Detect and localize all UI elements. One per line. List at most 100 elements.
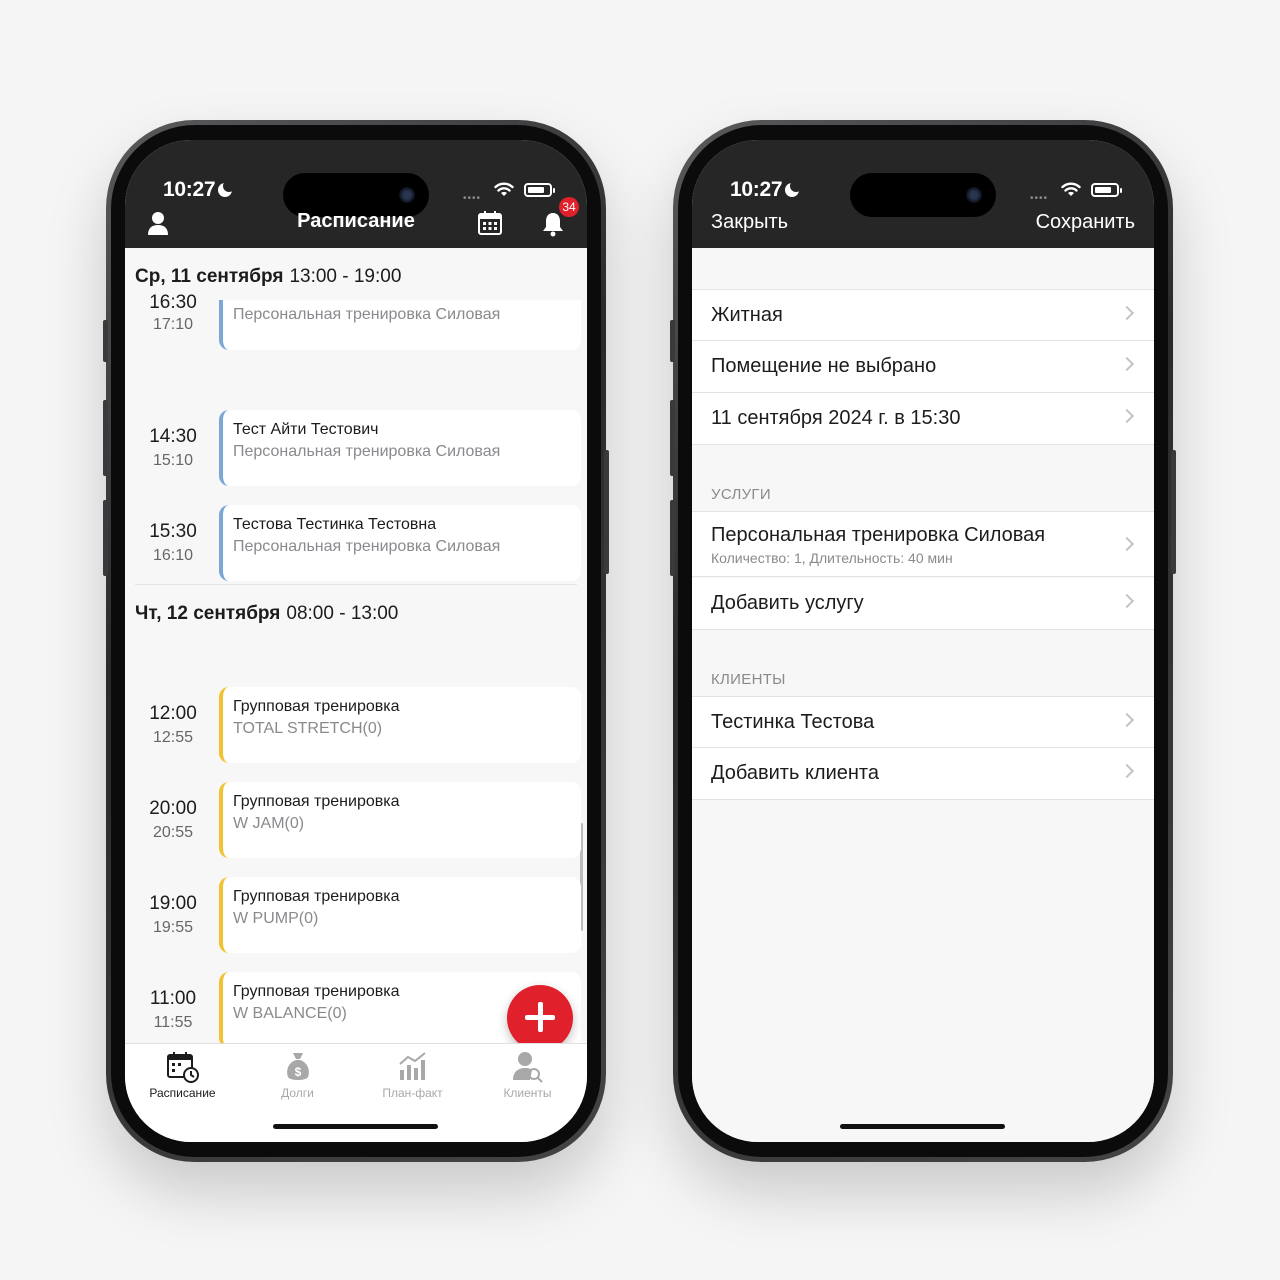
bar-chart-icon	[398, 1052, 426, 1080]
card-subtitle: W PUMP(0)	[233, 910, 319, 927]
card-title: Тест Айти Тестович	[233, 421, 379, 438]
appointment-form: Житная Помещение не выбрано 11 сентября …	[692, 248, 1154, 1142]
moon-icon	[785, 180, 803, 197]
tab-schedule[interactable]: Расписание	[125, 1050, 240, 1100]
camera-icon	[399, 187, 415, 203]
appointment-card[interactable]: Тестова Тестинка Тестовна Персональная т…	[219, 505, 581, 581]
row-end-time: 16:10	[152, 547, 194, 564]
day-divider	[135, 584, 577, 585]
schedule-row[interactable]: 14:30 15:10 Тест Айти Тестович Персональ…	[125, 410, 587, 486]
appointment-card[interactable]: Групповая тренировка W PUMP(0)	[219, 877, 581, 953]
row-end-time: 11:55	[153, 1014, 193, 1031]
room-cell[interactable]: Помещение не выбрано	[692, 341, 1154, 393]
home-indicator	[840, 1124, 1005, 1129]
wifi-icon	[1061, 182, 1081, 196]
volume-down-button	[670, 500, 675, 576]
appointment-card[interactable]: Групповая тренировка TOTAL STRETCH(0)	[219, 687, 581, 763]
home-indicator	[273, 1124, 438, 1129]
screen-appointment-edit: 10:27 •••• Закрыть Сохранить Житная Поме…	[692, 140, 1154, 1142]
status-bar: 10:27 •••• Расписание 34	[125, 140, 587, 248]
appointment-card[interactable]: Тест Айти Тестович Персональная трениров…	[219, 410, 581, 486]
status-time: 10:27	[730, 178, 803, 202]
tab-label: Долги	[281, 1086, 314, 1100]
tab-label: Клиенты	[503, 1086, 552, 1100]
row-end-time: 12:55	[152, 729, 194, 746]
phone-right: 10:27 •••• Закрыть Сохранить Житная Поме…	[670, 120, 1176, 1162]
card-subtitle: W BALANCE(0)	[233, 1005, 347, 1022]
schedule-row[interactable]: 15:30 16:10 Тестова Тестинка Тестовна Пе…	[125, 505, 587, 581]
close-button[interactable]: Закрыть	[711, 211, 788, 234]
card-title: Тестова Тестинка Тестовна	[233, 516, 437, 533]
cell-label: Добавить клиента	[711, 762, 879, 784]
add-service-cell[interactable]: Добавить услугу	[692, 578, 1154, 630]
chevron-right-icon	[1119, 593, 1135, 609]
datetime-cell[interactable]: 11 сентября 2024 г. в 15:30	[692, 393, 1154, 445]
row-start-time: 14:30	[149, 426, 197, 447]
client-cell[interactable]: Тестинка Тестова	[692, 696, 1154, 748]
schedule-row[interactable]: 16:30 17:10 Персональная тренировка Сило…	[125, 292, 587, 350]
row-start-time: 20:00	[149, 798, 197, 819]
svg-text:$: $	[294, 1065, 301, 1079]
tab-clients[interactable]: Клиенты	[470, 1050, 585, 1100]
service-cell[interactable]: Персональная тренировка Силовая Количест…	[692, 511, 1154, 577]
schedule-row[interactable]: 20:00 20:55 Групповая тренировка W JAM(0…	[125, 782, 587, 858]
location-cell[interactable]: Житная	[692, 289, 1154, 341]
volume-up-button	[103, 400, 108, 476]
row-end-time: 19:55	[152, 919, 194, 936]
row-end-time: 20:55	[152, 824, 194, 841]
wifi-icon	[494, 182, 514, 196]
status-bar: 10:27 •••• Закрыть Сохранить	[692, 140, 1154, 248]
chevron-right-icon	[1119, 356, 1135, 372]
card-title: Групповая тренировка	[233, 888, 400, 905]
appointment-card[interactable]: Групповая тренировка W JAM(0)	[219, 782, 581, 858]
tab-plan-fact[interactable]: План-факт	[355, 1050, 470, 1100]
row-start-time: 12:00	[149, 703, 197, 724]
add-appointment-button[interactable]	[507, 985, 573, 1051]
day-header: Чт, 12 сентября 08:00 - 13:00	[135, 603, 398, 625]
chevron-right-icon	[1119, 763, 1135, 779]
volume-up-button	[670, 400, 675, 476]
status-time-text: 10:27	[730, 178, 783, 201]
add-client-cell[interactable]: Добавить клиента	[692, 748, 1154, 800]
cell-label: Помещение не выбрано	[711, 355, 937, 377]
dynamic-island	[850, 173, 996, 217]
row-start-time: 11:00	[149, 988, 197, 1009]
row-end-time: 17:10	[152, 316, 194, 333]
schedule-row[interactable]: 12:00 12:55 Групповая тренировка TOTAL S…	[125, 687, 587, 763]
card-title: Групповая тренировка	[233, 793, 400, 810]
appointment-card[interactable]: Персональная тренировка Силовая	[219, 300, 581, 350]
save-button[interactable]: Сохранить	[1036, 211, 1135, 234]
camera-icon	[966, 187, 982, 203]
mute-switch	[103, 320, 108, 362]
battery-icon	[1091, 183, 1122, 197]
day-header-date: Чт, 12 сентября	[135, 603, 281, 624]
moon-icon	[218, 180, 236, 197]
phone-left: 10:27 •••• Расписание 34 Ср, 11 сентября…	[103, 120, 609, 1162]
calendar-icon[interactable]	[477, 210, 503, 236]
chevron-right-icon	[1119, 712, 1135, 728]
cell-label: Добавить услугу	[711, 592, 864, 614]
row-start-time: 19:00	[149, 893, 197, 914]
card-subtitle: TOTAL STRETCH(0)	[233, 720, 383, 737]
calendar-clock-icon	[166, 1052, 199, 1083]
tab-debts[interactable]: $ Долги	[240, 1050, 355, 1100]
tab-label: План-факт	[382, 1086, 443, 1100]
card-title: Групповая тренировка	[233, 698, 400, 715]
clients-header: КЛИЕНТЫ	[711, 671, 786, 688]
row-end-time: 15:10	[152, 452, 194, 469]
chevron-right-icon	[1119, 305, 1135, 321]
cell-label: 11 сентября 2024 г. в 15:30	[711, 407, 961, 429]
service-name: Персональная тренировка Силовая	[711, 524, 1046, 546]
card-subtitle: Персональная тренировка Силовая	[233, 443, 501, 460]
battery-icon	[524, 183, 555, 197]
status-time: 10:27	[163, 178, 236, 202]
volume-down-button	[103, 500, 108, 576]
signal-icon: ••••	[463, 193, 482, 204]
service-meta: Количество: 1, Длительность: 40 мин	[711, 550, 953, 566]
chevron-right-icon	[1119, 408, 1135, 424]
schedule-row[interactable]: 19:00 19:55 Групповая тренировка W PUMP(…	[125, 877, 587, 953]
card-title: Групповая тренировка	[233, 983, 400, 1000]
row-start-time: 15:30	[149, 521, 197, 542]
cell-label: Житная	[711, 304, 783, 326]
card-subtitle: Персональная тренировка Силовая	[233, 538, 501, 555]
